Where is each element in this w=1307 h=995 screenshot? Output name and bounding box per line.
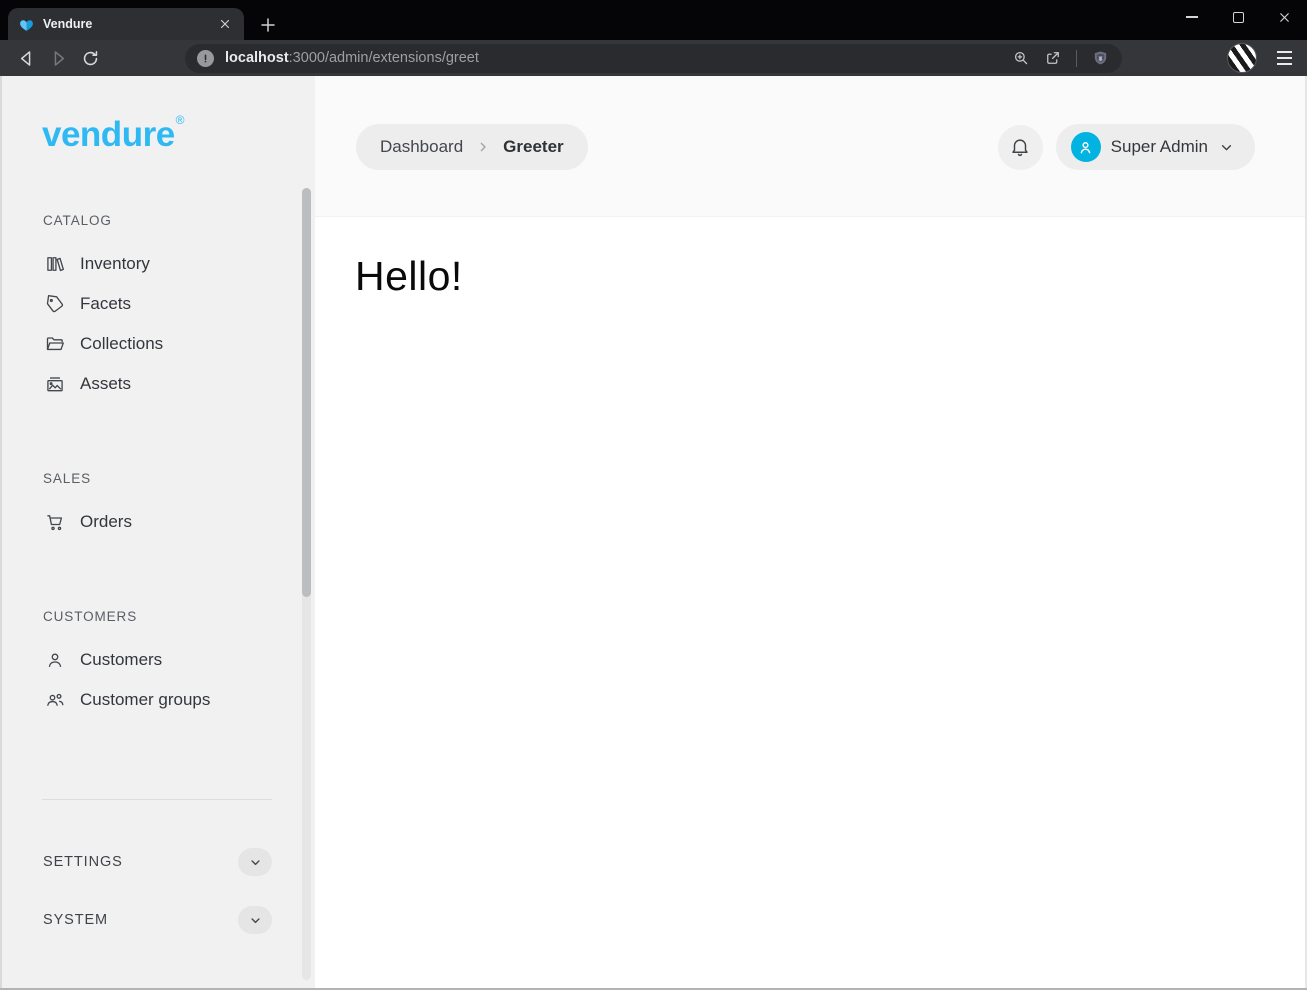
breadcrumb: Dashboard Greeter <box>356 124 588 170</box>
header-actions: Super Admin <box>998 124 1255 170</box>
window-bottom-gap <box>0 990 1307 995</box>
tab-title: Vendure <box>43 17 216 31</box>
tag-icon <box>45 294 65 314</box>
section-label-settings: SETTINGS <box>43 854 123 870</box>
nav-section-catalog: CATALOG Inventory Facets <box>2 213 315 404</box>
browser-menu-icon[interactable] <box>1271 45 1297 71</box>
tab-strip: Vendure <box>0 0 1307 40</box>
browser-tab[interactable]: Vendure <box>8 8 244 40</box>
back-button[interactable] <box>10 43 42 73</box>
chevron-right-icon <box>475 139 491 155</box>
greeting-heading: Hello! <box>355 253 1305 300</box>
sidebar-item-customer-groups[interactable]: Customer groups <box>2 680 315 720</box>
browser-profile-avatar[interactable] <box>1227 43 1257 73</box>
nav-section-customers: CUSTOMERS Customers Customer groups <box>2 609 315 720</box>
sidebar-item-assets[interactable]: Assets <box>2 364 315 404</box>
site-info-icon[interactable] <box>197 50 214 67</box>
address-bar[interactable]: localhost:3000/admin/extensions/greet <box>185 44 1122 73</box>
breadcrumb-dashboard[interactable]: Dashboard <box>380 137 463 157</box>
section-label-customers: CUSTOMERS <box>43 609 315 624</box>
new-tab-button[interactable] <box>256 13 280 37</box>
sidebar-section-settings[interactable]: SETTINGS <box>2 840 315 884</box>
sidebar-item-label: Collections <box>80 334 163 354</box>
section-label-sales: SALES <box>43 471 315 486</box>
sidebar-item-label: Facets <box>80 294 131 314</box>
vendure-favicon-icon <box>18 16 35 33</box>
sidebar-item-label: Customer groups <box>80 690 210 710</box>
toolbar-separator <box>1076 50 1077 67</box>
reload-button[interactable] <box>74 43 106 73</box>
users-icon <box>45 690 65 710</box>
sidebar-scrollbar-thumb[interactable] <box>302 188 311 597</box>
user-menu[interactable]: Super Admin <box>1056 124 1255 170</box>
chevron-down-icon <box>1218 139 1235 156</box>
close-button[interactable] <box>1261 0 1307 34</box>
share-icon[interactable] <box>1044 49 1062 67</box>
system-expand-button[interactable] <box>238 906 272 934</box>
minimize-button[interactable] <box>1169 0 1215 34</box>
sidebar-item-orders[interactable]: Orders <box>2 502 315 542</box>
main-header: Dashboard Greeter <box>315 76 1305 217</box>
logo-text: vendure <box>42 115 175 154</box>
sidebar: vendure® CATALOG Inventory Facets <box>2 76 315 988</box>
page-content: Hello! <box>315 217 1305 300</box>
user-avatar <box>1071 132 1101 162</box>
url-text: localhost:3000/admin/extensions/greet <box>225 50 479 66</box>
browser-toolbar: localhost:3000/admin/extensions/greet <box>0 40 1307 76</box>
user-icon <box>45 650 65 670</box>
sidebar-item-label: Assets <box>80 374 131 394</box>
sidebar-item-label: Orders <box>80 512 132 532</box>
sidebar-section-system[interactable]: SYSTEM <box>2 898 315 942</box>
section-label-system: SYSTEM <box>43 912 108 928</box>
zoom-icon[interactable] <box>1012 49 1030 67</box>
brave-shield-icon[interactable] <box>1091 49 1110 68</box>
page-area: vendure® CATALOG Inventory Facets <box>0 76 1307 988</box>
sidebar-item-customers[interactable]: Customers <box>2 640 315 680</box>
sidebar-item-collections[interactable]: Collections <box>2 324 315 364</box>
window-controls <box>1169 0 1307 34</box>
tab-close-icon[interactable] <box>216 15 234 33</box>
settings-expand-button[interactable] <box>238 848 272 876</box>
breadcrumb-greeter: Greeter <box>503 137 563 157</box>
sidebar-item-inventory[interactable]: Inventory <box>2 244 315 284</box>
sidebar-item-label: Customers <box>80 650 162 670</box>
registered-mark: ® <box>176 113 184 127</box>
bell-icon <box>1009 136 1031 158</box>
user-name: Super Admin <box>1111 137 1208 157</box>
sidebar-item-label: Inventory <box>80 254 150 274</box>
sidebar-item-facets[interactable]: Facets <box>2 284 315 324</box>
section-label-catalog: CATALOG <box>43 213 315 228</box>
url-host: localhost <box>225 50 289 66</box>
nav-section-sales: SALES Orders <box>2 471 315 542</box>
url-path: :3000/admin/extensions/greet <box>289 50 479 66</box>
sidebar-divider <box>42 799 272 800</box>
notifications-button[interactable] <box>998 125 1043 170</box>
image-icon <box>45 374 65 394</box>
address-bar-actions <box>998 49 1110 68</box>
forward-button[interactable] <box>42 43 74 73</box>
library-icon <box>45 254 65 274</box>
vendure-logo[interactable]: vendure® <box>42 113 315 155</box>
folder-icon <box>45 334 65 354</box>
main-area: Dashboard Greeter <box>315 76 1305 988</box>
maximize-button[interactable] <box>1215 0 1261 34</box>
cart-icon <box>45 512 65 532</box>
browser-window: Vendure loca <box>0 0 1307 995</box>
